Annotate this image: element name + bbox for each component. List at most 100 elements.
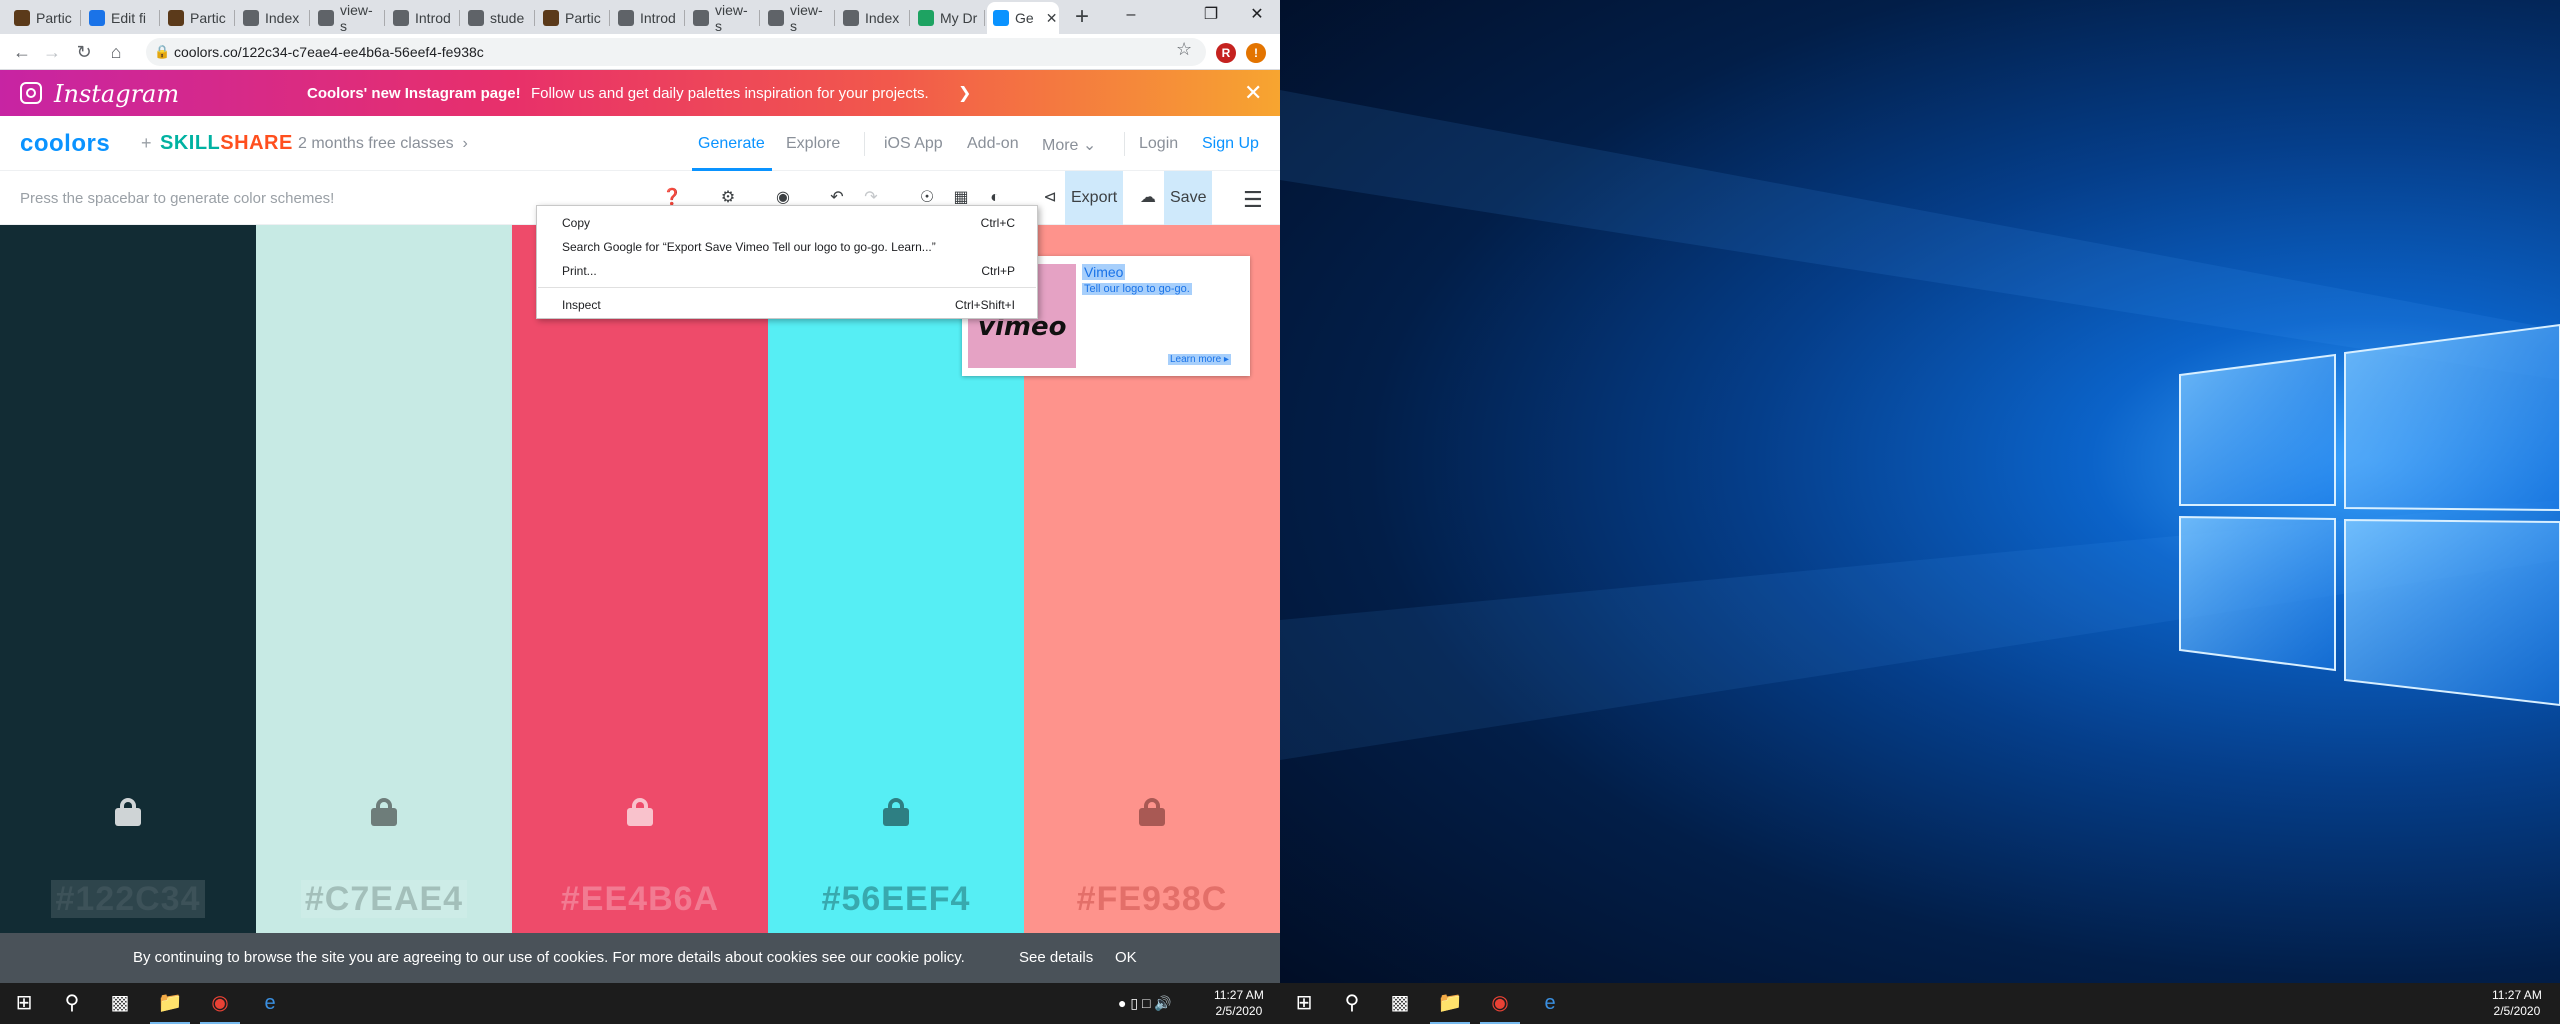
windows-start-icon[interactable]: ⊞ [1280, 983, 1328, 1024]
file-explorer-icon[interactable]: 📁 [1426, 983, 1474, 1024]
tray-icons[interactable]: ● ▯ □ 🔊 [1118, 983, 1172, 1024]
ad-learn-more-link[interactable]: Learn more ▸ [1168, 354, 1231, 365]
lock-icon[interactable] [371, 798, 397, 826]
forward-icon[interactable]: → [40, 40, 64, 64]
nav-signup[interactable]: Sign Up [1202, 135, 1259, 153]
browser-tab[interactable]: Partic [537, 2, 610, 34]
hex-code[interactable]: #56EEF4 [768, 880, 1024, 919]
close-window-button[interactable]: ✕ [1234, 0, 1280, 30]
profile-avatar[interactable]: R [1216, 43, 1236, 63]
lock-icon[interactable] [1139, 798, 1165, 826]
nav-login[interactable]: Login [1139, 135, 1178, 153]
ctx-copy[interactable]: Copy [562, 216, 590, 230]
hamburger-menu-icon[interactable]: ☰ [1243, 187, 1263, 213]
browser-tab[interactable]: Index [837, 2, 910, 34]
taskbar-clock[interactable]: 11:27 AM 2/5/2020 [1214, 987, 1264, 1019]
tab-favicon-icon [468, 10, 484, 26]
back-icon[interactable]: ← [10, 40, 34, 64]
skillshare-promo-link[interactable]: 2 months free classes › [298, 135, 468, 153]
cookie-ok-button[interactable]: OK [1115, 949, 1137, 966]
instagram-wordmark: Instagram [54, 80, 180, 108]
search-icon[interactable]: ⚲ [48, 983, 96, 1024]
chrome-icon[interactable]: ◉ [196, 983, 244, 1024]
browser-tab[interactable]: view-s [762, 2, 835, 34]
browser-tab[interactable]: Partic [162, 2, 235, 34]
browser-tab[interactable]: Ge ✕ [987, 2, 1059, 34]
browser-tab[interactable]: Index [237, 2, 310, 34]
tab-label: view-s [790, 2, 823, 34]
tab-separator [459, 10, 460, 26]
browser-tab[interactable]: Introd [387, 2, 460, 34]
browser-tab[interactable]: Edit fi [83, 2, 160, 34]
share-icon[interactable]: ⊲ [1040, 188, 1060, 208]
tab-favicon-icon [14, 10, 30, 26]
url-field[interactable]: 🔒 coolors.co/122c34-c7eae4-ee4b6a-56eef4… [146, 38, 1206, 66]
browser-tab[interactable]: Introd [612, 2, 685, 34]
restore-button[interactable]: ❐ [1188, 0, 1234, 30]
tab-favicon-icon [168, 10, 184, 26]
tab-close-icon[interactable]: ✕ [1046, 10, 1058, 27]
nav-more[interactable]: More ⌄ [1042, 135, 1096, 155]
minimize-button[interactable]: – [1108, 0, 1154, 30]
chevron-right-icon[interactable]: ❯ [958, 83, 971, 103]
taskbar-clock[interactable]: 11:27 AM 2/5/2020 [2492, 987, 2542, 1019]
hex-code[interactable]: #EE4B6A [512, 880, 768, 919]
coolors-logo[interactable]: coolors [20, 130, 110, 158]
tab-favicon-icon [918, 10, 934, 26]
color-column[interactable]: #EE4B6A [512, 225, 768, 933]
browser-tab[interactable]: view-s [687, 2, 760, 34]
hex-code[interactable]: #122C34 [0, 880, 256, 919]
browser-tab[interactable]: My Dr [912, 2, 985, 34]
taskbar-left: ⊞ ⚲ ▩ 📁 ◉ e ● ▯ □ 🔊 11:27 AM 2/5/2020 [0, 983, 1280, 1024]
save-button[interactable]: Save [1164, 171, 1213, 225]
task-view-icon[interactable]: ▩ [1376, 983, 1424, 1024]
windows-logo-wallpaper [1280, 90, 2560, 760]
tab-favicon-icon [318, 10, 334, 26]
ad-title[interactable]: Vimeo [1082, 264, 1126, 280]
ctx-print[interactable]: Print... [562, 264, 597, 278]
internet-explorer-icon[interactable]: e [246, 983, 294, 1024]
home-icon[interactable]: ⌂ [104, 40, 128, 64]
internet-explorer-icon[interactable]: e [1526, 983, 1574, 1024]
nav-ios-app[interactable]: iOS App [884, 135, 943, 153]
skillshare-logo[interactable]: SKILLSHARE [160, 132, 293, 155]
export-button[interactable]: Export [1065, 171, 1124, 225]
lock-icon[interactable] [883, 798, 909, 826]
browser-tab[interactable]: view-s [312, 2, 385, 34]
new-tab-button[interactable]: + [1068, 4, 1096, 32]
tab-favicon-icon [618, 10, 634, 26]
color-column[interactable]: #C7EAE4 [256, 225, 512, 933]
desktop-wallpaper: ⊞ ⚲ ▩ 📁 ◉ e 11:27 AM 2/5/2020 [1280, 0, 2560, 1024]
search-icon[interactable]: ⚲ [1328, 983, 1376, 1024]
nav-explore[interactable]: Explore [786, 135, 840, 153]
task-view-icon[interactable]: ▩ [96, 983, 144, 1024]
lock-icon[interactable] [115, 798, 141, 826]
plus-sign: + [141, 133, 152, 153]
nav-addon[interactable]: Add-on [967, 135, 1019, 153]
ctx-inspect[interactable]: Inspect [562, 298, 601, 312]
nav-generate[interactable]: Generate [698, 135, 765, 153]
instagram-promo-banner[interactable]: Instagram Coolors' new Instagram page! F… [0, 70, 1280, 116]
tab-label: Partic [36, 10, 72, 26]
hex-code[interactable]: #C7EAE4 [256, 880, 512, 919]
chrome-icon[interactable]: ◉ [1476, 983, 1524, 1024]
ctx-search-google[interactable]: Search Google for “Export Save Vimeo Tel… [562, 240, 936, 254]
reload-icon[interactable]: ↻ [72, 40, 96, 64]
windows-start-icon[interactable]: ⊞ [0, 983, 48, 1024]
browser-tab[interactable]: Partic [8, 2, 81, 34]
url-text: coolors.co/122c34-c7eae4-ee4b6a-56eef4-f… [174, 44, 484, 60]
color-column[interactable]: #122C34 [0, 225, 256, 933]
close-icon[interactable]: ✕ [1244, 80, 1262, 106]
file-explorer-icon[interactable]: 📁 [146, 983, 194, 1024]
bookmark-star-icon[interactable]: ☆ [1176, 39, 1192, 60]
tab-separator [159, 10, 160, 26]
tab-separator [609, 10, 610, 26]
see-details-link[interactable]: See details [1019, 949, 1093, 966]
tab-separator [234, 10, 235, 26]
hex-code[interactable]: #FE938C [1024, 880, 1280, 919]
browser-tab[interactable]: stude [462, 2, 535, 34]
ad-text[interactable]: Tell our logo to go-go. [1082, 283, 1192, 295]
update-badge[interactable]: ! [1246, 43, 1266, 63]
lock-icon[interactable] [627, 798, 653, 826]
cloud-icon[interactable]: ☁ [1138, 188, 1158, 208]
